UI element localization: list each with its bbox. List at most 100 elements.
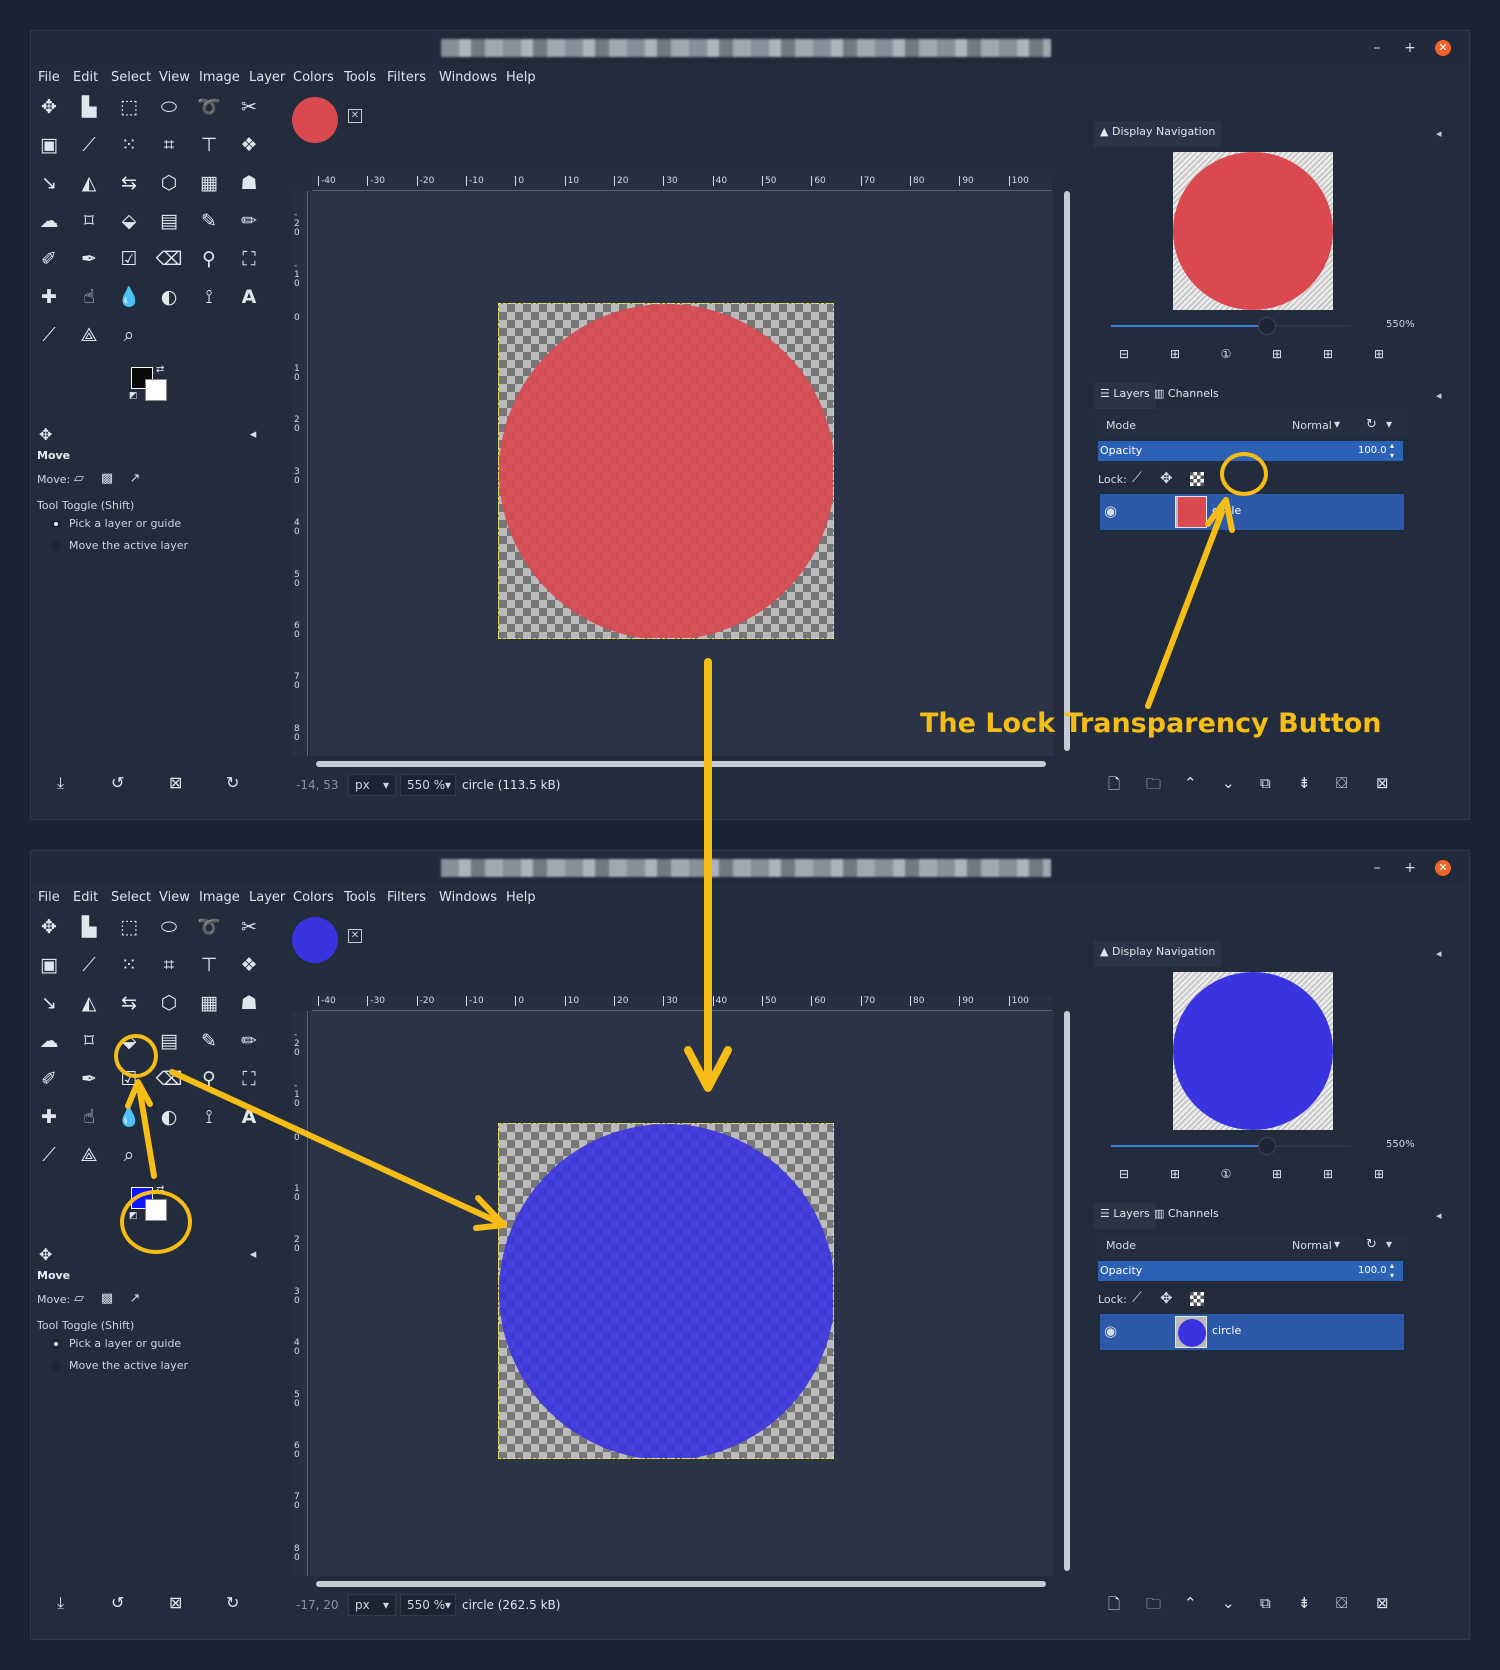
raise-layer-icon[interactable]: ⌃ — [1184, 1594, 1197, 1612]
rect-select-icon[interactable]: ⬚ — [115, 93, 143, 121]
save-options-icon[interactable]: ⤓ — [57, 1593, 64, 1613]
foreground-select-icon[interactable]: ▣ — [35, 131, 63, 159]
pick-layer-radio[interactable] — [51, 1339, 61, 1349]
airbrush-icon[interactable]: ✐ — [35, 245, 63, 273]
move-layer-mode-icon[interactable]: ▱ — [71, 471, 87, 487]
rect-select-icon[interactable]: ⬚ — [115, 913, 143, 941]
align-tool-icon[interactable]: ▙ — [75, 93, 103, 121]
crop-icon[interactable]: ⌗ — [155, 131, 183, 159]
lower-layer-icon[interactable]: ⌄ — [1222, 1594, 1235, 1612]
fg-bg-colors[interactable]: ⇄ ◩ — [129, 364, 183, 411]
move-layer-mode-icon[interactable]: ▱ — [71, 1291, 87, 1307]
save-options-icon[interactable]: ⤓ — [57, 773, 64, 793]
navigation-preview[interactable] — [1173, 972, 1333, 1130]
zoom-selection-icon[interactable]: ⊞ — [1372, 347, 1386, 361]
unified-transform-icon[interactable]: ⊤ — [195, 951, 223, 979]
flip-icon[interactable]: ⇆ — [115, 989, 143, 1017]
zoom-select[interactable]: 550 % ▾ — [400, 774, 456, 796]
background-color-swatch[interactable] — [145, 379, 167, 401]
measure-icon[interactable]: ⟁ — [75, 1141, 103, 1169]
zoom-in-icon[interactable]: ⊞ — [1168, 1167, 1182, 1181]
lock-transparency-icon[interactable] — [1190, 1292, 1204, 1306]
shear-icon[interactable]: ◭ — [75, 989, 103, 1017]
horizontal-scrollbar[interactable] — [316, 1581, 1046, 1587]
tab-display-navigation[interactable]: ▲ Display Navigation — [1094, 941, 1222, 967]
select-by-color-icon[interactable]: ⁙ — [115, 131, 143, 159]
delete-layer-icon[interactable]: ⊠ — [1376, 774, 1389, 792]
navigation-preview[interactable] — [1173, 152, 1333, 310]
3d-transform-icon[interactable]: ⬡ — [155, 989, 183, 1017]
text-tool-icon[interactable]: A — [235, 283, 263, 311]
zoom-in-icon[interactable]: ⊞ — [1168, 347, 1182, 361]
duplicate-layer-icon[interactable]: ⧉ — [1260, 1594, 1271, 1612]
menu-colors[interactable]: Colors — [293, 890, 334, 905]
zoom-fill-icon[interactable]: ⊞ — [1321, 1167, 1335, 1181]
menu-filters[interactable]: Filters — [387, 890, 426, 905]
minimize-icon[interactable]: – — [1369, 860, 1385, 876]
zoom-1-1-icon[interactable]: ① — [1219, 1167, 1233, 1181]
swap-colors-icon[interactable]: ⇄ — [156, 364, 164, 375]
move-tool-icon[interactable]: ✥ — [35, 93, 63, 121]
menu-file[interactable]: File — [38, 70, 60, 85]
layer-item-circle[interactable]: ◉ circle — [1100, 1314, 1404, 1350]
menu-select[interactable]: Select — [111, 70, 151, 85]
new-layer-icon[interactable]: 🗋 — [1108, 1594, 1120, 1619]
unit-select[interactable]: px ▾ — [348, 1594, 396, 1616]
smudge-icon[interactable]: ☁ — [35, 1027, 63, 1055]
tab-channels[interactable]: ▥ Channels — [1148, 1203, 1225, 1229]
layer-name[interactable]: circle — [1212, 504, 1241, 517]
layer-mode-select[interactable]: Mode Normal ▾ ↻ ▾ — [1098, 1235, 1408, 1257]
foreground-select-icon[interactable]: ▣ — [35, 951, 63, 979]
zoom-1-1-icon[interactable]: ① — [1219, 347, 1233, 361]
zoom-out-icon[interactable]: ⊟ — [1117, 1167, 1131, 1181]
lower-layer-icon[interactable]: ⌄ — [1222, 774, 1235, 792]
merge-down-icon[interactable]: ⇟ — [1298, 774, 1311, 792]
move-path-mode-icon[interactable]: ↗ — [127, 1291, 143, 1307]
text-tool-icon[interactable]: A — [235, 1103, 263, 1131]
tab-layers[interactable]: ☰ Layers — [1094, 383, 1156, 409]
lock-pixels-icon[interactable]: ⟋ — [1132, 1290, 1142, 1306]
fuzzy-select-icon[interactable]: ⟋ — [75, 951, 103, 979]
gradient-icon[interactable]: ▤ — [155, 1027, 183, 1055]
opacity-slider[interactable]: Opacity 100.0 ▴ ▾ — [1098, 1261, 1403, 1281]
layer-mask-icon[interactable]: ⛋ — [1336, 1594, 1347, 1612]
mypaint-brush-icon[interactable]: ☑ — [115, 245, 143, 273]
restore-options-icon[interactable]: ↺ — [111, 773, 124, 792]
merge-down-icon[interactable]: ⇟ — [1298, 1594, 1311, 1612]
panel-menu-icon[interactable]: ◂ — [1436, 389, 1442, 402]
scissors-icon[interactable]: ✂ — [235, 93, 263, 121]
crop-icon[interactable]: ⌗ — [155, 951, 183, 979]
stepper-icon[interactable]: ▴ ▾ — [1390, 1261, 1394, 1281]
free-select-icon[interactable]: ➰ — [195, 93, 223, 121]
panel-menu-icon[interactable]: ◂ — [245, 1247, 261, 1263]
paintbrush-icon[interactable]: ✎ — [195, 207, 223, 235]
clone-icon[interactable]: ⚲ — [195, 245, 223, 273]
menu-help[interactable]: Help — [506, 70, 536, 85]
new-layer-group-icon[interactable]: 🗀 — [1146, 774, 1161, 799]
reset-colors-icon[interactable]: ◩ — [129, 391, 138, 401]
close-icon[interactable]: ✕ — [1435, 40, 1451, 56]
ellipse-select-icon[interactable]: ⬭ — [155, 93, 183, 121]
zoom-fit-image-icon[interactable]: ⊞ — [1270, 347, 1284, 361]
mode-reset-icon[interactable]: ↻ — [1366, 1237, 1377, 1252]
pencil-icon[interactable]: ✏ — [235, 1027, 263, 1055]
handle-transform-icon[interactable]: ⌑ — [75, 1027, 103, 1055]
vertical-scrollbar[interactable] — [1064, 191, 1070, 751]
smudge-finger-icon[interactable]: ☝ — [75, 1103, 103, 1131]
zoom-slider-fill[interactable] — [1111, 325, 1271, 327]
blur-icon[interactable]: 💧 — [115, 283, 143, 311]
menu-select[interactable]: Select — [111, 890, 151, 905]
reset-options-icon[interactable]: ↻ — [226, 773, 239, 792]
menu-edit[interactable]: Edit — [73, 890, 98, 905]
maximize-icon[interactable]: + — [1402, 860, 1418, 876]
move-selection-mode-icon[interactable]: ▩ — [99, 1291, 115, 1307]
heal-icon[interactable]: ✚ — [35, 283, 63, 311]
clone-icon[interactable]: ⚲ — [195, 1065, 223, 1093]
scale-icon[interactable]: ↘ — [35, 169, 63, 197]
move-active-radio[interactable] — [51, 1361, 61, 1371]
flip-icon[interactable]: ⇆ — [115, 169, 143, 197]
delete-options-icon[interactable]: ⊠ — [169, 773, 182, 792]
lock-transparency-icon[interactable] — [1190, 472, 1204, 486]
unit-select[interactable]: px ▾ — [348, 774, 396, 796]
warp-transform-icon[interactable]: ❖ — [235, 951, 263, 979]
